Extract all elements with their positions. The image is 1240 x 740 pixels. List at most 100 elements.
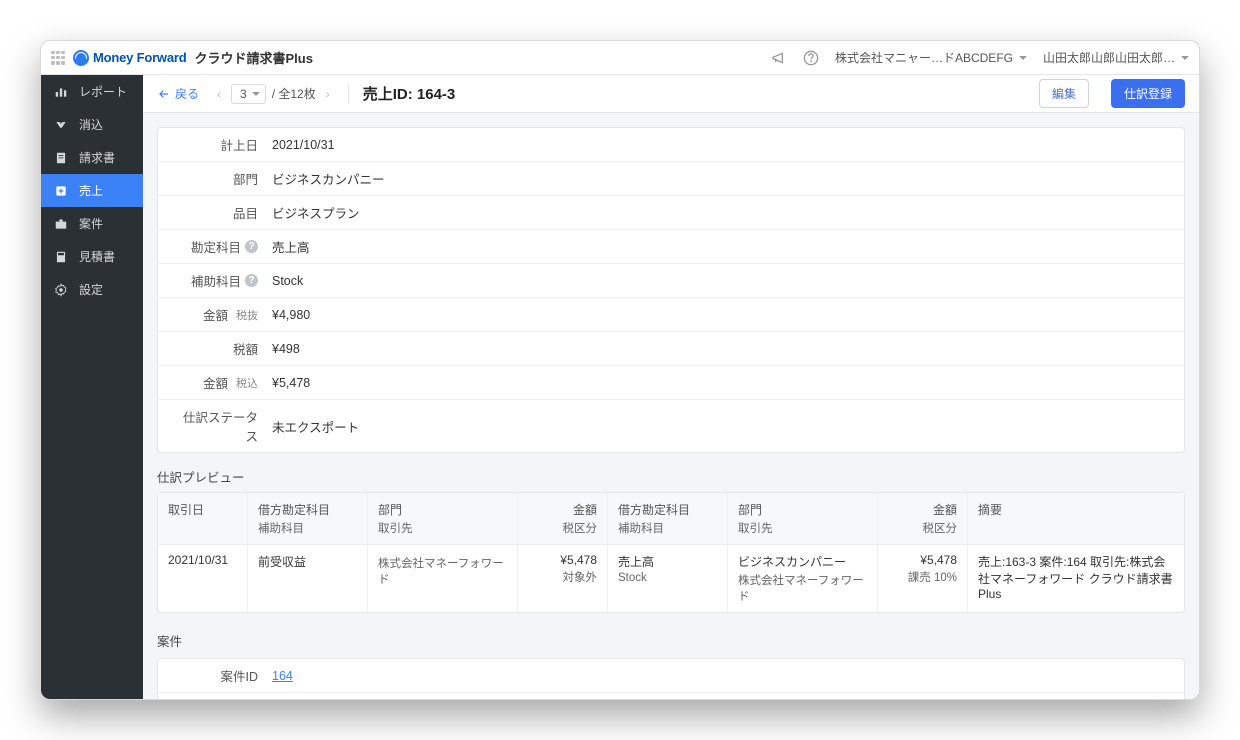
back-link[interactable]: 戻る <box>157 85 199 102</box>
chevron-down-icon <box>1019 56 1027 60</box>
detail-value: 2021/10/31 <box>272 138 335 152</box>
detail-row: 金額税抜 ¥4,980 <box>158 297 1184 331</box>
invoice-icon <box>53 150 69 166</box>
detail-row: 計上日 2021/10/31 <box>158 128 1184 161</box>
sidebar-item-label: 消込 <box>79 116 103 133</box>
th-credit-account: 借方勘定科目補助科目 <box>608 493 728 544</box>
detail-row: 税額 ¥498 <box>158 331 1184 365</box>
detail-label: 金額税込 <box>172 373 258 392</box>
topbar: Money Forward クラウド請求書Plus 株式会社マニャー…ドABCD… <box>41 41 1199 75</box>
detail-row: 品目ビジネスプラン <box>158 195 1184 229</box>
pager-current: 3 <box>240 87 247 101</box>
brand-name: Money Forward <box>93 50 186 65</box>
edit-button[interactable]: 編集 <box>1039 79 1089 108</box>
anken-row: 取引先株式会社マネーフォワード <box>158 692 1184 699</box>
th-dept2: 部門取引先 <box>728 493 878 544</box>
td-dept2: ビジネスカンパニー株式会社マネーフォワード <box>728 545 878 612</box>
divider <box>348 84 349 104</box>
pager-select[interactable]: 3 <box>231 84 266 104</box>
anken-row: 案件ID164 <box>158 659 1184 692</box>
help-icon[interactable] <box>803 50 819 66</box>
td-credit-account: 売上高Stock <box>608 545 728 612</box>
table-row: 2021/10/31 前受収益 株式会社マネーフォワード ¥5,478対象外 売… <box>158 544 1184 612</box>
arrow-left-icon <box>157 87 171 101</box>
sidebar-item-report[interactable]: レポート <box>41 75 143 108</box>
anken-section-title: 案件 <box>143 613 1199 658</box>
company-dropdown[interactable]: 株式会社マニャー…ドABCDEFG <box>835 49 1027 66</box>
page-title: 売上ID: 164-3 <box>363 83 456 104</box>
detail-label: 金額税抜 <box>172 305 258 324</box>
brand-logo[interactable]: Money Forward <box>73 50 186 66</box>
detail-value: 未エクスポート <box>272 417 359 436</box>
detail-value: ¥5,478 <box>272 376 310 390</box>
pager-next[interactable]: › <box>322 87 334 101</box>
sidebar-item-label: 請求書 <box>79 149 115 166</box>
help-icon[interactable]: ? <box>245 274 258 287</box>
sidebar: レポート 消込 請求書 売上 案件 見積書 <box>41 75 143 699</box>
gear-icon <box>53 282 69 298</box>
th-summary: 摘要 <box>968 493 1184 544</box>
chevron-down-icon <box>1181 56 1189 60</box>
anken-value: 164 <box>272 669 293 683</box>
td-summary: 売上:163-3 案件:164 取引先:株式会社マネーフォワード クラウド請求書… <box>968 545 1184 612</box>
td-date: 2021/10/31 <box>158 545 248 612</box>
sidebar-item-label: 売上 <box>79 182 103 199</box>
detail-label: 税額 <box>172 339 258 358</box>
td-dept1: 株式会社マネーフォワード <box>368 545 518 612</box>
journal-register-button[interactable]: 仕訳登録 <box>1111 79 1185 108</box>
chart-icon <box>53 84 69 100</box>
detail-row: 金額税込 ¥5,478 <box>158 365 1184 399</box>
pager: ‹ 3 / 全12枚 › <box>213 84 334 104</box>
th-debit-account: 借方勘定科目補助科目 <box>248 493 368 544</box>
th-dept1: 部門取引先 <box>368 493 518 544</box>
sidebar-item-label: 案件 <box>79 215 103 232</box>
chevron-down-icon <box>252 92 260 96</box>
th-amount1: 金額税区分 <box>518 493 608 544</box>
sidebar-item-anken[interactable]: 案件 <box>41 207 143 240</box>
anken-id-link[interactable]: 164 <box>272 669 293 683</box>
company-name: 株式会社マニャー…ドABCDEFG <box>835 49 1013 66</box>
preview-title: 仕訳プレビュー <box>143 453 1199 492</box>
td-amount2: ¥5,478課売 10% <box>878 545 968 612</box>
sidebar-item-settings[interactable]: 設定 <box>41 273 143 306</box>
user-dropdown[interactable]: 山田太郎山郎山田太郎… <box>1043 49 1189 66</box>
briefcase-icon <box>53 216 69 232</box>
journal-preview-table: 取引日 借方勘定科目補助科目 部門取引先 金額税区分 借方勘定科目補助科目 部門… <box>157 492 1185 613</box>
detail-value: Stock <box>272 274 303 288</box>
sidebar-item-invoice[interactable]: 請求書 <box>41 141 143 174</box>
detail-row: 勘定科目?売上高 <box>158 229 1184 263</box>
detail-value: ビジネスカンパニー <box>272 169 385 188</box>
help-icon[interactable]: ? <box>245 240 258 253</box>
sales-icon <box>53 183 69 199</box>
sidebar-item-label: 見積書 <box>79 248 115 265</box>
brand-product: クラウド請求書Plus <box>194 48 312 67</box>
detail-label: 仕訳ステータス <box>172 407 258 445</box>
detail-row: 補助科目? Stock <box>158 263 1184 297</box>
detail-label: 部門 <box>172 169 258 188</box>
globe-icon <box>73 50 89 66</box>
th-date: 取引日 <box>158 493 248 544</box>
anken-card: 案件ID164取引先株式会社マネーフォワード取引先部門契約期間2021/08/0… <box>157 658 1185 699</box>
detail-value: ビジネスプラン <box>272 203 360 222</box>
megaphone-icon[interactable] <box>771 50 787 66</box>
detail-value: 売上高 <box>272 237 310 256</box>
pager-total: / 全12枚 <box>272 85 316 102</box>
user-name: 山田太郎山郎山田太郎… <box>1043 49 1175 66</box>
sidebar-item-sales[interactable]: 売上 <box>41 174 143 207</box>
td-debit-account: 前受収益 <box>248 545 368 612</box>
calculator-icon <box>53 249 69 265</box>
pager-prev[interactable]: ‹ <box>213 87 225 101</box>
detail-row: 部門ビジネスカンパニー <box>158 161 1184 195</box>
sidebar-item-label: 設定 <box>79 281 103 298</box>
content-scroll[interactable]: 計上日2021/10/31部門ビジネスカンパニー品目ビジネスプラン勘定科目?売上… <box>143 113 1199 699</box>
subheader: 戻る ‹ 3 / 全12枚 › 売上ID: 164-3 編集 仕訳登録 <box>143 75 1199 113</box>
apps-grid-icon[interactable] <box>51 51 65 65</box>
sidebar-item-quote[interactable]: 見積書 <box>41 240 143 273</box>
back-label: 戻る <box>175 85 199 102</box>
sidebar-item-keshikomi[interactable]: 消込 <box>41 108 143 141</box>
detail-label: 計上日 <box>172 135 258 154</box>
detail-value: ¥498 <box>272 342 300 356</box>
detail-label: 補助科目? <box>172 271 258 290</box>
table-header: 取引日 借方勘定科目補助科目 部門取引先 金額税区分 借方勘定科目補助科目 部門… <box>158 493 1184 544</box>
detail-value: ¥4,980 <box>272 308 310 322</box>
